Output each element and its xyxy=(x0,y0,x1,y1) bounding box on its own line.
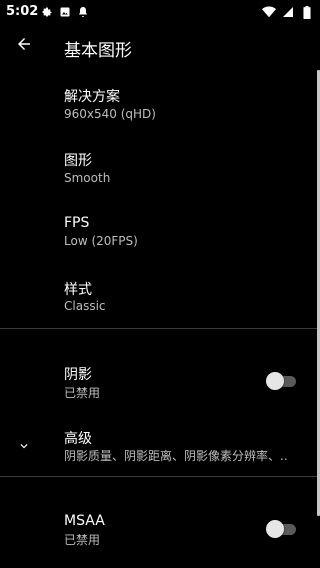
pref-advanced-title: 高级 xyxy=(64,431,92,447)
msaa-toggle-thumb xyxy=(266,520,284,538)
status-notification-icons xyxy=(40,5,90,19)
back-button[interactable] xyxy=(12,34,36,58)
pref-shadows-title: 阴影 xyxy=(64,367,92,383)
app-bar: 基本图形 xyxy=(0,24,320,68)
status-time: 5:02 xyxy=(6,4,39,19)
section-divider xyxy=(0,476,318,477)
pref-advanced-summary: 阴影质量、阴影距离、阴影像素分辨率、.. xyxy=(64,449,288,463)
notification-ghost-icon xyxy=(76,5,90,19)
settings-gear-icon xyxy=(40,5,54,19)
status-system-icons xyxy=(262,5,314,19)
shadows-toggle-thumb xyxy=(266,372,284,390)
shadows-toggle[interactable] xyxy=(266,372,296,390)
pref-graphics-title: 图形 xyxy=(64,153,92,169)
pref-advanced[interactable]: 高级 阴影质量、阴影距离、阴影像素分辨率、.. xyxy=(0,424,318,468)
pref-fps[interactable]: FPS Low (20FPS) xyxy=(0,209,318,261)
image-icon xyxy=(58,5,72,19)
pref-msaa-summary: 已禁用 xyxy=(64,533,101,547)
pref-style[interactable]: 样式 Classic xyxy=(0,273,318,325)
msaa-toggle[interactable] xyxy=(266,520,296,538)
pref-resolution-summary: 960x540 (qHD) xyxy=(64,107,156,121)
status-bar: 5:02 xyxy=(0,0,320,24)
pref-shadows[interactable]: 阴影 已禁用 xyxy=(0,358,318,404)
cellular-signal-icon xyxy=(281,5,295,19)
pref-shadows-summary: 已禁用 xyxy=(64,386,101,400)
pref-graphics[interactable]: 图形 Smooth xyxy=(0,145,318,197)
pref-resolution[interactable]: 解决方案 960x540 (qHD) xyxy=(0,80,318,132)
pref-msaa-title: MSAA xyxy=(64,513,105,529)
pref-graphics-summary: Smooth xyxy=(64,171,111,185)
arrow-left-icon xyxy=(15,35,33,57)
pref-fps-title: FPS xyxy=(64,215,90,231)
pref-style-summary: Classic xyxy=(64,299,106,313)
battery-icon xyxy=(300,5,314,19)
page-title: 基本图形 xyxy=(64,41,132,61)
chevron-down-icon xyxy=(14,436,34,456)
pref-resolution-title: 解决方案 xyxy=(64,89,120,105)
pref-msaa[interactable]: MSAA 已禁用 xyxy=(0,508,318,554)
pref-fps-summary: Low (20FPS) xyxy=(64,234,138,248)
wifi-icon xyxy=(262,5,276,19)
section-divider xyxy=(0,328,318,329)
pref-style-title: 样式 xyxy=(64,282,92,298)
